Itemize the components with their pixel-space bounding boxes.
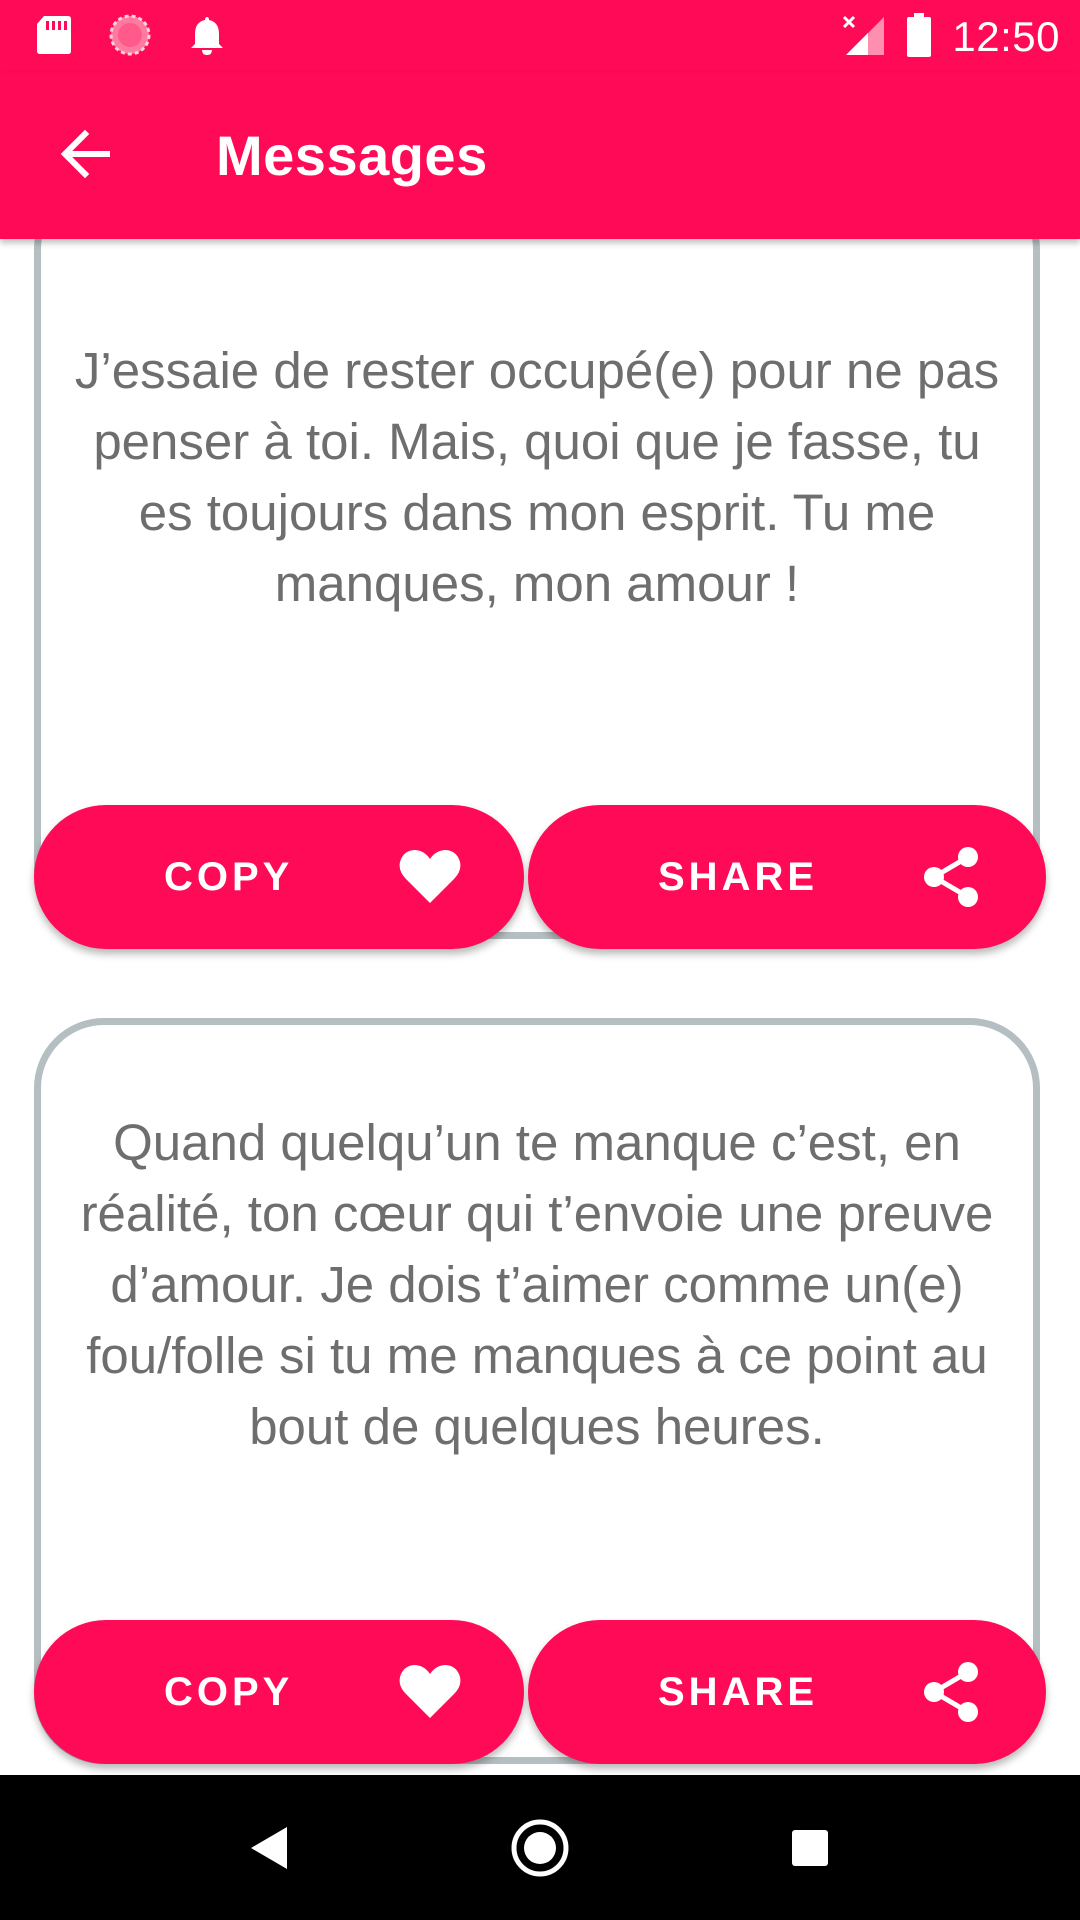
nav-back-button[interactable] [227,1805,313,1891]
sd-card-icon [36,14,72,61]
page-title: Messages [216,124,488,187]
copy-label: COPY [164,1670,294,1714]
navigation-bar [0,1775,1080,1920]
share-button[interactable]: SHARE [528,1620,1046,1764]
message-text: Quand quelqu’un te manque c’est, en réal… [80,1114,994,1455]
home-circle-icon [511,1819,569,1877]
loading-icon [108,13,152,62]
copy-label: COPY [164,855,294,899]
message-list[interactable]: J’essaie de rester occupé(e) pour ne pas… [0,239,1080,1775]
battery-icon [906,12,932,63]
share-icon [924,847,978,907]
status-bar: 12:50 [0,0,1080,73]
copy-button[interactable]: COPY [34,1620,524,1764]
status-clock: 12:50 [952,13,1060,60]
heart-icon [399,1665,461,1718]
share-label: SHARE [658,1670,819,1714]
screen: 12:50 Messages J’essaie de rester occupé… [0,0,1080,1920]
notification-bell-icon [188,14,226,61]
heart-icon [399,850,461,903]
arrow-back-icon [60,129,110,179]
status-right-icons: 12:50 [842,10,1060,64]
share-label: SHARE [658,855,819,899]
back-button[interactable] [48,117,122,191]
status-left-icons [36,14,226,60]
share-button[interactable]: SHARE [528,805,1046,949]
share-icon [924,1662,978,1722]
message-text: J’essaie de rester occupé(e) pour ne pas… [74,342,1000,612]
nav-recents-button[interactable] [767,1805,853,1891]
recents-square-icon [792,1830,828,1866]
copy-button[interactable]: COPY [34,805,524,949]
no-signal-icon [842,13,886,62]
app-bar: Messages [0,73,1080,239]
back-triangle-icon [251,1827,287,1869]
nav-home-button[interactable] [497,1805,583,1891]
